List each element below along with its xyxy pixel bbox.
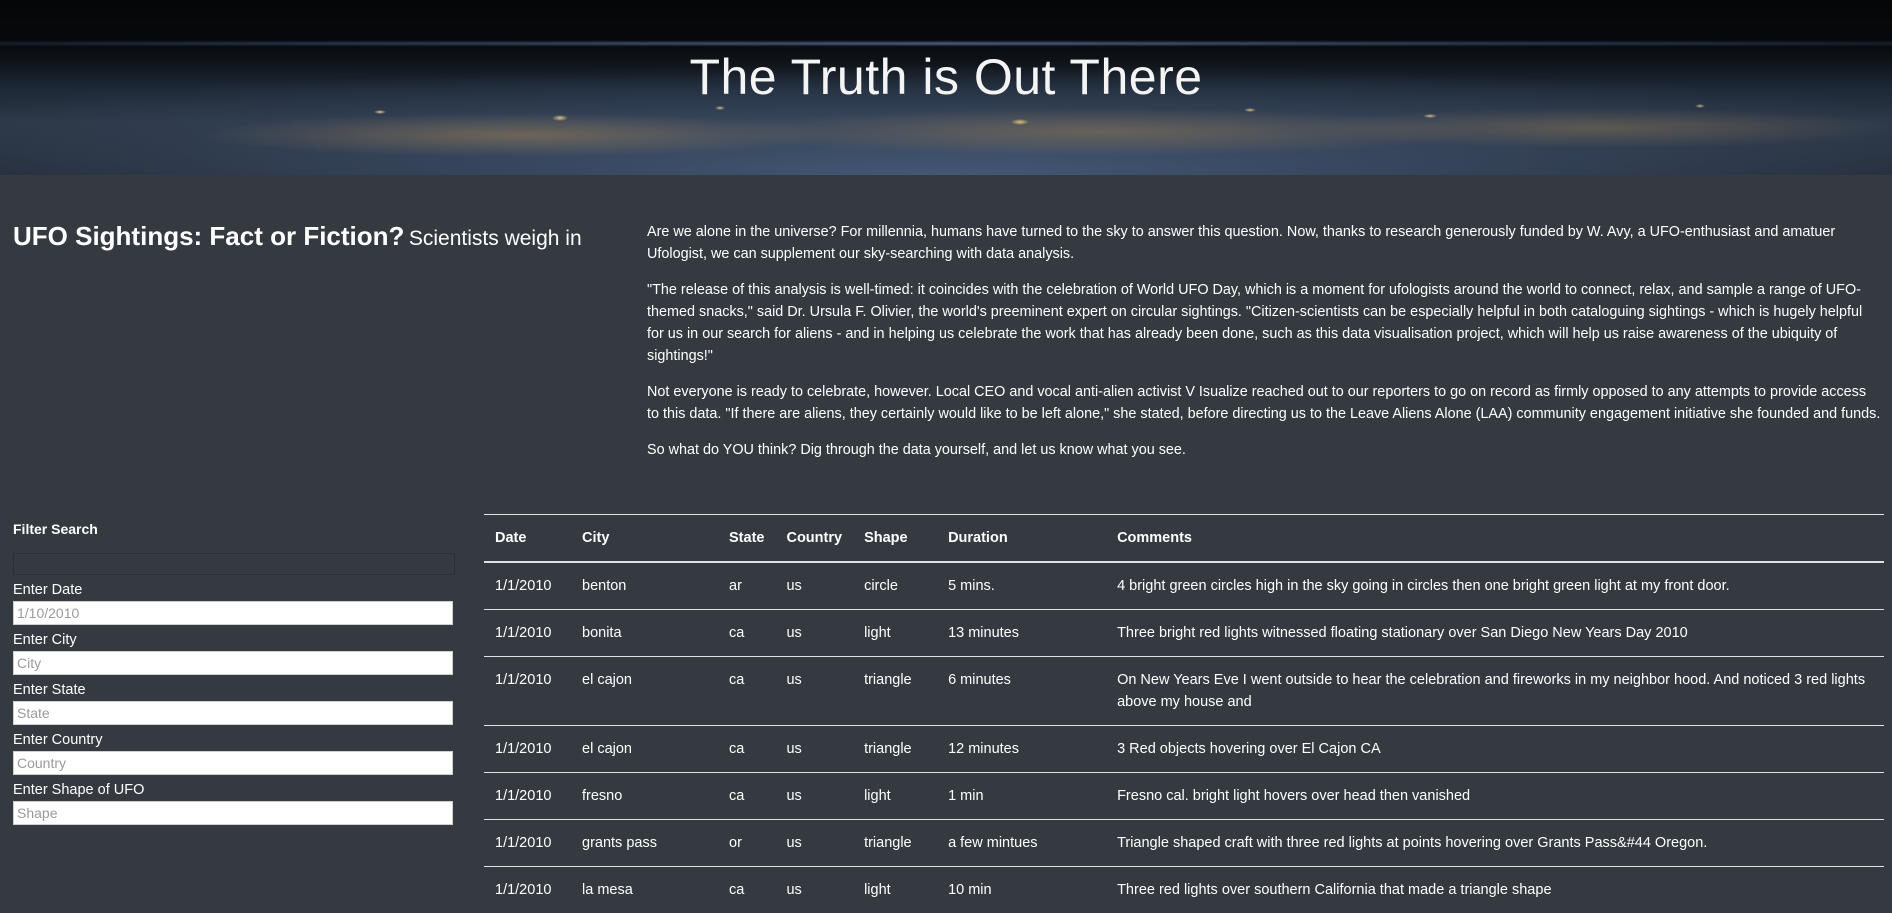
cell-state: ca — [718, 773, 775, 820]
cell-shape: circle — [853, 562, 937, 610]
article-paragraph: "The release of this analysis is well-ti… — [647, 279, 1882, 367]
cell-duration: 10 min — [937, 867, 1106, 913]
cell-date: 1/1/2010 — [484, 610, 571, 657]
cell-date: 1/1/2010 — [484, 726, 571, 773]
cell-state: ca — [718, 726, 775, 773]
cell-comments: 4 bright green circles high in the sky g… — [1106, 562, 1884, 610]
cell-date: 1/1/2010 — [484, 867, 571, 913]
cell-shape: light — [853, 773, 937, 820]
cell-state: ca — [718, 867, 775, 913]
cell-city: el cajon — [571, 657, 718, 726]
country-label: Enter Country — [13, 731, 453, 749]
cell-country: us — [775, 820, 853, 867]
table-row: 1/1/2010 la mesa ca us light 10 min Thre… — [484, 867, 1884, 913]
cell-duration: 12 minutes — [937, 726, 1106, 773]
cell-duration: 13 minutes — [937, 610, 1106, 657]
date-input[interactable] — [13, 601, 453, 625]
filter-heading: Filter Search — [13, 520, 453, 538]
cell-date: 1/1/2010 — [484, 820, 571, 867]
shape-label: Enter Shape of UFO — [13, 781, 453, 799]
table-row: 1/1/2010 bonita ca us light 13 minutes T… — [484, 610, 1884, 657]
cell-country: us — [775, 657, 853, 726]
cell-shape: light — [853, 867, 937, 913]
cell-date: 1/1/2010 — [484, 562, 571, 610]
cell-comments: Fresno cal. bright light hovers over hea… — [1106, 773, 1884, 820]
table-row: 1/1/2010 grants pass or us triangle a fe… — [484, 820, 1884, 867]
cell-city: el cajon — [571, 726, 718, 773]
cell-shape: triangle — [853, 657, 937, 726]
state-label: Enter State — [13, 681, 453, 699]
city-label: Enter City — [13, 631, 453, 649]
cell-city: grants pass — [571, 820, 718, 867]
city-input[interactable] — [13, 651, 453, 675]
cell-state: ca — [718, 610, 775, 657]
cell-duration: 1 min — [937, 773, 1106, 820]
column-header-shape: Shape — [853, 515, 937, 563]
table-row: 1/1/2010 el cajon ca us triangle 12 minu… — [484, 726, 1884, 773]
table-header: Date City State Country Shape Duration C… — [484, 515, 1884, 563]
cell-country: us — [775, 610, 853, 657]
headline-title: UFO Sightings: Fact or Fiction? — [13, 221, 404, 251]
column-header-country: Country — [775, 515, 853, 563]
country-input[interactable] — [13, 751, 453, 775]
cell-shape: triangle — [853, 820, 937, 867]
table-row: 1/1/2010 benton ar us circle 5 mins. 4 b… — [484, 562, 1884, 610]
date-label: Enter Date — [13, 581, 453, 599]
cell-state: ar — [718, 562, 775, 610]
headline: UFO Sightings: Fact or Fiction? Scientis… — [13, 221, 582, 252]
column-header-state: State — [718, 515, 775, 563]
table-body: 1/1/2010 benton ar us circle 5 mins. 4 b… — [484, 562, 1884, 913]
table-row: 1/1/2010 fresno ca us light 1 min Fresno… — [484, 773, 1884, 820]
state-input[interactable] — [13, 701, 453, 725]
cell-duration: 5 mins. — [937, 562, 1106, 610]
cell-comments: Three red lights over southern Californi… — [1106, 867, 1884, 913]
cell-date: 1/1/2010 — [484, 773, 571, 820]
intro-section: UFO Sightings: Fact or Fiction? Scientis… — [0, 175, 1892, 505]
filter-panel: Filter Search Enter Date Enter City Ente… — [13, 520, 453, 831]
filter-divider — [13, 553, 455, 575]
article-paragraph: Are we alone in the universe? For millen… — [647, 221, 1882, 265]
page-title: The Truth is Out There — [0, 52, 1892, 102]
hero-banner: The Truth is Out There — [0, 0, 1892, 175]
table-header-row: Date City State Country Shape Duration C… — [484, 515, 1884, 563]
cell-country: us — [775, 773, 853, 820]
column-header-comments: Comments — [1106, 515, 1884, 563]
sightings-table: Date City State Country Shape Duration C… — [484, 514, 1884, 913]
headline-subtitle: Scientists weigh in — [409, 227, 582, 250]
cell-state: ca — [718, 657, 775, 726]
cell-city: benton — [571, 562, 718, 610]
cell-city: bonita — [571, 610, 718, 657]
cell-state: or — [718, 820, 775, 867]
cell-duration: 6 minutes — [937, 657, 1106, 726]
column-header-duration: Duration — [937, 515, 1106, 563]
sightings-table-container: Date City State Country Shape Duration C… — [484, 514, 1884, 913]
cell-comments: 3 Red objects hovering over El Cajon CA — [1106, 726, 1884, 773]
cell-duration: a few mintues — [937, 820, 1106, 867]
article-paragraph: Not everyone is ready to celebrate, howe… — [647, 381, 1882, 425]
cell-shape: triangle — [853, 726, 937, 773]
table-row: 1/1/2010 el cajon ca us triangle 6 minut… — [484, 657, 1884, 726]
shape-input[interactable] — [13, 801, 453, 825]
column-header-date: Date — [484, 515, 571, 563]
cell-comments: On New Years Eve I went outside to hear … — [1106, 657, 1884, 726]
cell-city: fresno — [571, 773, 718, 820]
article-body: Are we alone in the universe? For millen… — [647, 221, 1882, 475]
cell-country: us — [775, 867, 853, 913]
cell-comments: Triangle shaped craft with three red lig… — [1106, 820, 1884, 867]
column-header-city: City — [571, 515, 718, 563]
cell-country: us — [775, 726, 853, 773]
cell-country: us — [775, 562, 853, 610]
article-paragraph: So what do YOU think? Dig through the da… — [647, 439, 1882, 461]
cell-comments: Three bright red lights witnessed floati… — [1106, 610, 1884, 657]
cell-shape: light — [853, 610, 937, 657]
cell-city: la mesa — [571, 867, 718, 913]
cell-date: 1/1/2010 — [484, 657, 571, 726]
